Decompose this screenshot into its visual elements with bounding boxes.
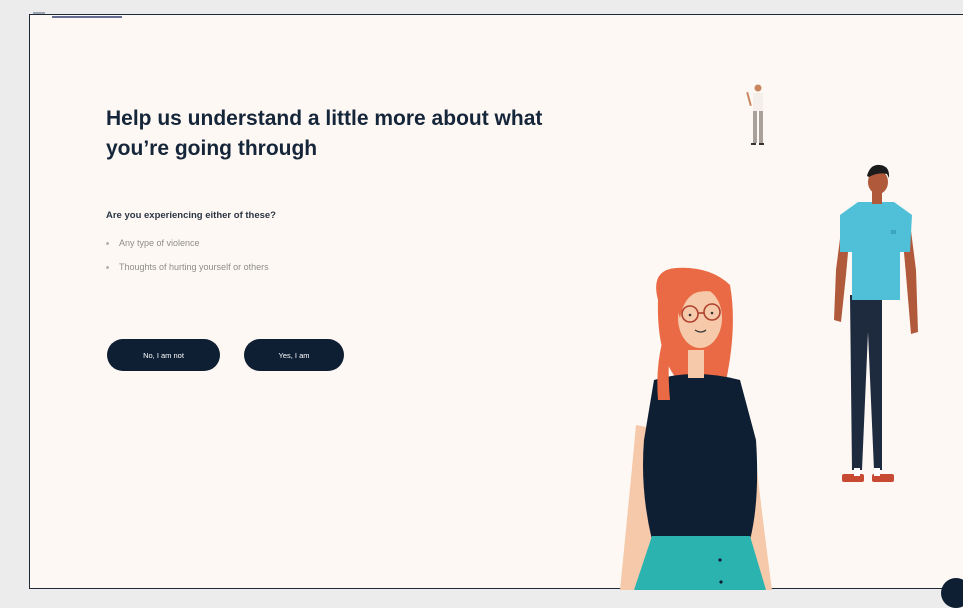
- no-button[interactable]: No, I am not: [107, 339, 220, 371]
- bullet-icon: [106, 242, 109, 245]
- chat-icon[interactable]: [941, 578, 963, 608]
- page-title: Help us understand a little more about w…: [106, 107, 543, 160]
- list-item-label: Any type of violence: [119, 238, 200, 248]
- woman-figure: [620, 267, 772, 590]
- list-item: Any type of violence: [106, 238, 269, 262]
- small-figure: [746, 84, 764, 145]
- man-figure: [834, 164, 918, 482]
- corner-mark: [33, 12, 45, 14]
- top-nav-link[interactable]: [52, 10, 122, 18]
- bullet-icon: [106, 265, 109, 269]
- list-item: Thoughts of hurting yourself or others: [106, 262, 269, 286]
- people-illustration: [620, 84, 918, 590]
- question-text: Are you experiencing either of these?: [106, 210, 276, 221]
- list-item-label: Thoughts of hurting yourself or others: [119, 261, 269, 272]
- symptom-list: Any type of violence Thoughts of hurting…: [106, 238, 269, 285]
- yes-button[interactable]: Yes, I am: [244, 339, 344, 371]
